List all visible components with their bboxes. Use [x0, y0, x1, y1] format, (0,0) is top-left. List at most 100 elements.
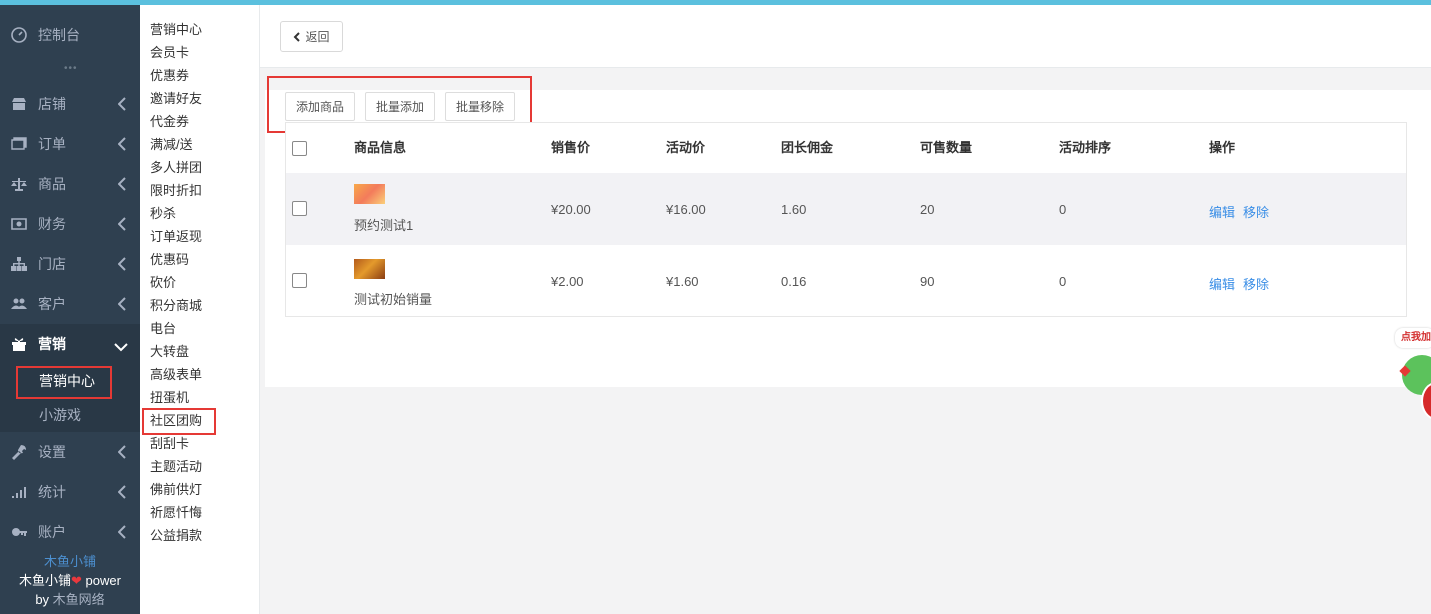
sidebar-item-statistics[interactable]: 统计 — [0, 472, 140, 512]
leader-commission: 1.60 — [781, 202, 807, 217]
chevron-left-icon — [117, 525, 126, 539]
sidebar-item-label: 设置 — [38, 444, 66, 460]
column-header: 商品信息 — [354, 140, 407, 155]
row-checkbox[interactable] — [292, 201, 307, 216]
submenu-item[interactable]: 优惠码 — [150, 250, 189, 270]
available-stock: 90 — [920, 274, 935, 289]
submenu-item[interactable]: 优惠券 — [150, 66, 189, 86]
submenu-item[interactable]: 佛前供灯 — [150, 480, 202, 500]
table-row: 测试初始销量 ¥2.00 ¥1.60 0.16 90 0 编辑 移除 — [286, 245, 1406, 317]
chevron-left-icon — [117, 217, 126, 231]
main-sidebar: 控制台 ••• 店铺 订单 商品 财务 门店 客户 营销 营销中心 小游戏 设置… — [0, 5, 140, 614]
submenu-item[interactable]: 会员卡 — [150, 43, 189, 63]
product-thumbnail — [354, 259, 385, 279]
sidebar-item-finance[interactable]: 财务 — [0, 204, 140, 244]
main-content: 返回 添加商品 批量添加 批量移除 商品信息 销售价 活动价 团长佣金 可售数量… — [260, 5, 1431, 614]
leader-commission: 0.16 — [781, 274, 807, 289]
row-checkbox[interactable] — [292, 273, 307, 288]
back-button[interactable]: 返回 — [280, 21, 343, 52]
chevron-left-icon — [117, 445, 126, 459]
submenu-item[interactable]: 限时折扣 — [150, 181, 202, 201]
submenu-item[interactable]: 营销中心 — [150, 20, 202, 40]
floating-promo-widget[interactable]: 点我加 — [1393, 325, 1431, 425]
chevron-down-icon — [114, 339, 128, 352]
heart-icon: ❤ — [71, 573, 82, 588]
submenu-item[interactable]: 电台 — [150, 319, 176, 339]
product-name: 预约测试1 — [354, 218, 414, 233]
submenu-item[interactable]: 公益捐款 — [150, 526, 202, 546]
dashboard-icon — [10, 26, 28, 44]
sidebar-subitem-mini-games[interactable]: 小游戏 — [0, 398, 140, 432]
chevron-left-icon — [117, 97, 126, 111]
submenu-item[interactable]: 订单返现 — [150, 227, 202, 247]
product-thumbnail — [354, 184, 385, 204]
sidebar-item-label: 账户 — [38, 524, 66, 540]
edit-link[interactable]: 编辑 — [1209, 202, 1235, 221]
available-stock: 20 — [920, 202, 935, 217]
submenu-item[interactable]: 代金券 — [150, 112, 189, 132]
sitemap-icon — [10, 255, 28, 273]
sidebar-item-label: 商品 — [38, 176, 66, 192]
submenu-item[interactable]: 扭蛋机 — [150, 388, 189, 408]
submenu-item[interactable]: 砍价 — [150, 273, 176, 293]
submenu-item[interactable]: 大转盘 — [150, 342, 189, 362]
column-header: 操作 — [1209, 140, 1236, 155]
highlight-box-community-group-buy — [142, 408, 216, 435]
footer-by: by 木鱼网络 — [35, 592, 105, 607]
submenu-item[interactable]: 积分商城 — [150, 296, 202, 316]
wrench-icon — [10, 443, 28, 461]
scale-icon — [10, 175, 28, 193]
submenu-item[interactable]: 主题活动 — [150, 457, 202, 477]
gift-icon — [10, 335, 28, 353]
chevron-left-icon — [294, 31, 301, 42]
sidebar-item-account[interactable]: 账户 — [0, 512, 140, 552]
sidebar-item-label: 店铺 — [38, 96, 66, 112]
sidebar-item-settings[interactable]: 设置 — [0, 432, 140, 472]
promo-bubble: 点我加 — [1395, 328, 1431, 348]
sidebar-item-dashboard[interactable]: 控制台 — [0, 15, 140, 55]
signal-icon — [10, 483, 28, 501]
column-header: 活动价 — [666, 140, 706, 155]
sale-price: ¥2.00 — [551, 274, 584, 289]
sidebar-divider-dots: ••• — [64, 63, 78, 74]
sidebar-item-customer[interactable]: 客户 — [0, 284, 140, 324]
submenu-item[interactable]: 邀请好友 — [150, 89, 202, 109]
sidebar-item-label: 订单 — [38, 136, 66, 152]
sidebar-item-order[interactable]: 订单 — [0, 124, 140, 164]
submenu-item[interactable]: 高级表单 — [150, 365, 202, 385]
remove-link[interactable]: 移除 — [1243, 202, 1269, 221]
sidebar-footer: 木鱼小铺 木鱼小铺❤ power by 木鱼网络 — [0, 552, 140, 609]
chevron-left-icon — [117, 297, 126, 311]
chevron-left-icon — [117, 485, 126, 499]
footer-company[interactable]: 木鱼网络 — [53, 592, 105, 607]
marketing-submenu: 营销中心 会员卡 优惠券 邀请好友 代金券 满减/送 多人拼团 限时折扣 秒杀 … — [140, 5, 260, 614]
sidebar-item-label: 统计 — [38, 484, 66, 500]
submenu-item[interactable]: 刮刮卡 — [150, 434, 189, 454]
sidebar-item-label: 客户 — [38, 296, 66, 312]
select-all-checkbox[interactable] — [292, 141, 307, 156]
submenu-item[interactable]: 祈愿忏悔 — [150, 503, 202, 523]
edit-link[interactable]: 编辑 — [1209, 274, 1235, 293]
column-header: 活动排序 — [1059, 140, 1112, 155]
column-header: 团长佣金 — [781, 140, 834, 155]
chevron-left-icon — [117, 137, 126, 151]
shop-icon — [10, 95, 28, 113]
sidebar-item-store[interactable]: 门店 — [0, 244, 140, 284]
chevron-left-icon — [117, 257, 126, 271]
key-icon — [10, 523, 28, 541]
product-name: 测试初始销量 — [354, 292, 433, 307]
remove-link[interactable]: 移除 — [1243, 274, 1269, 293]
activity-sort: 0 — [1059, 274, 1067, 289]
table-row: 预约测试1 ¥20.00 ¥16.00 1.60 20 0 编辑 移除 — [286, 173, 1406, 245]
submenu-item[interactable]: 多人拼团 — [150, 158, 202, 178]
footer-brand[interactable]: 木鱼小铺 — [0, 552, 140, 571]
submenu-item[interactable]: 满减/送 — [150, 135, 193, 155]
submenu-item[interactable]: 秒杀 — [150, 204, 176, 224]
sidebar-item-shop[interactable]: 店铺 — [0, 84, 140, 124]
sidebar-item-label: 财务 — [38, 216, 66, 232]
sidebar-item-goods[interactable]: 商品 — [0, 164, 140, 204]
money-icon — [10, 215, 28, 233]
sidebar-item-marketing[interactable]: 营销 — [0, 324, 140, 364]
highlight-box-marketing-center — [16, 366, 112, 399]
footer-power: 木鱼小铺❤ power — [19, 573, 121, 588]
